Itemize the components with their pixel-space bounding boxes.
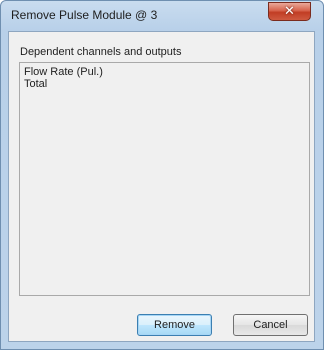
close-button[interactable]: ✕ — [268, 2, 311, 21]
dependents-list[interactable]: Flow Rate (Pul.) Total — [19, 62, 310, 296]
remove-button[interactable]: Remove — [137, 314, 212, 336]
window-title: Remove Pulse Module @ 3 — [11, 8, 158, 22]
dialog-window: Remove Pulse Module @ 3 ✕ Dependent chan… — [0, 0, 324, 350]
dependents-label: Dependent channels and outputs — [20, 46, 182, 58]
list-item[interactable]: Total — [24, 78, 309, 90]
title-bar[interactable]: Remove Pulse Module @ 3 ✕ — [1, 1, 323, 31]
cancel-button[interactable]: Cancel — [233, 314, 308, 336]
close-icon: ✕ — [284, 4, 295, 19]
dialog-body: Dependent channels and outputs Flow Rate… — [8, 31, 315, 342]
list-item[interactable]: Flow Rate (Pul.) — [24, 66, 309, 78]
